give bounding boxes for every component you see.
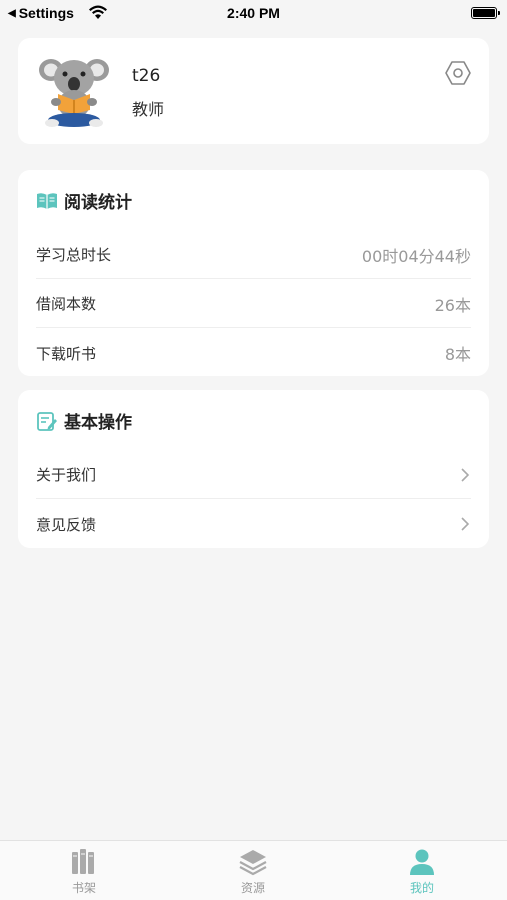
open-book-icon: [37, 192, 57, 209]
status-bar: ◀ Settings 2:40 PM: [0, 0, 507, 28]
status-time: 2:40 PM: [227, 5, 280, 21]
tab-mine[interactable]: 我的: [382, 847, 462, 896]
basic-ops-card: 基本操作 关于我们 意见反馈: [18, 390, 489, 548]
edit-note-icon: [37, 411, 57, 431]
reading-stats-title: 阅读统计: [64, 193, 132, 213]
stat-value: 26本: [434, 295, 471, 315]
reading-stats-card: 阅读统计 学习总时长 00时04分44秒 借阅本数 26本 下载听书 8本: [18, 170, 489, 376]
koala-avatar[interactable]: [38, 54, 110, 128]
chevron-right-icon: [461, 517, 470, 531]
tab-bar: 书架 资源 我的: [0, 840, 507, 900]
bookshelf-icon: [72, 849, 94, 874]
stat-row-downloads: 下载听书 8本: [36, 329, 471, 377]
basic-ops-title: 基本操作: [64, 413, 132, 433]
stat-value: 8本: [444, 345, 471, 364]
menu-label: 关于我们: [36, 466, 97, 484]
stat-label: 下载听书: [36, 344, 97, 363]
basic-ops-header: 基本操作: [36, 408, 132, 433]
tab-resources[interactable]: 资源: [213, 847, 293, 896]
menu-label: 意见反馈: [36, 515, 97, 534]
stat-row-borrowed: 借阅本数 26本: [36, 280, 471, 328]
chevron-right-icon: [461, 467, 470, 482]
profile-card: t26 教师: [18, 38, 489, 144]
layers-icon: [239, 850, 267, 876]
tab-label: 书架: [71, 881, 96, 895]
tab-label: 资源: [240, 881, 265, 895]
feedback-item[interactable]: 意见反馈: [36, 500, 471, 548]
about-us-item[interactable]: 关于我们: [36, 451, 471, 499]
stat-label: 学习总时长: [36, 246, 112, 264]
battery-icon: [471, 7, 500, 19]
stat-label: 借阅本数: [36, 295, 97, 313]
stat-value: 00时04分44秒: [361, 246, 471, 266]
tab-bookshelf[interactable]: 书架: [44, 847, 124, 896]
reading-stats-header: 阅读统计: [36, 188, 132, 213]
person-icon: [410, 849, 434, 875]
user-name: t26: [132, 66, 161, 86]
stat-row-study-time: 学习总时长 00时04分44秒: [36, 231, 471, 279]
tab-label: 我的: [409, 881, 434, 895]
user-role: 教师: [132, 100, 165, 119]
settings-icon[interactable]: [445, 60, 471, 86]
